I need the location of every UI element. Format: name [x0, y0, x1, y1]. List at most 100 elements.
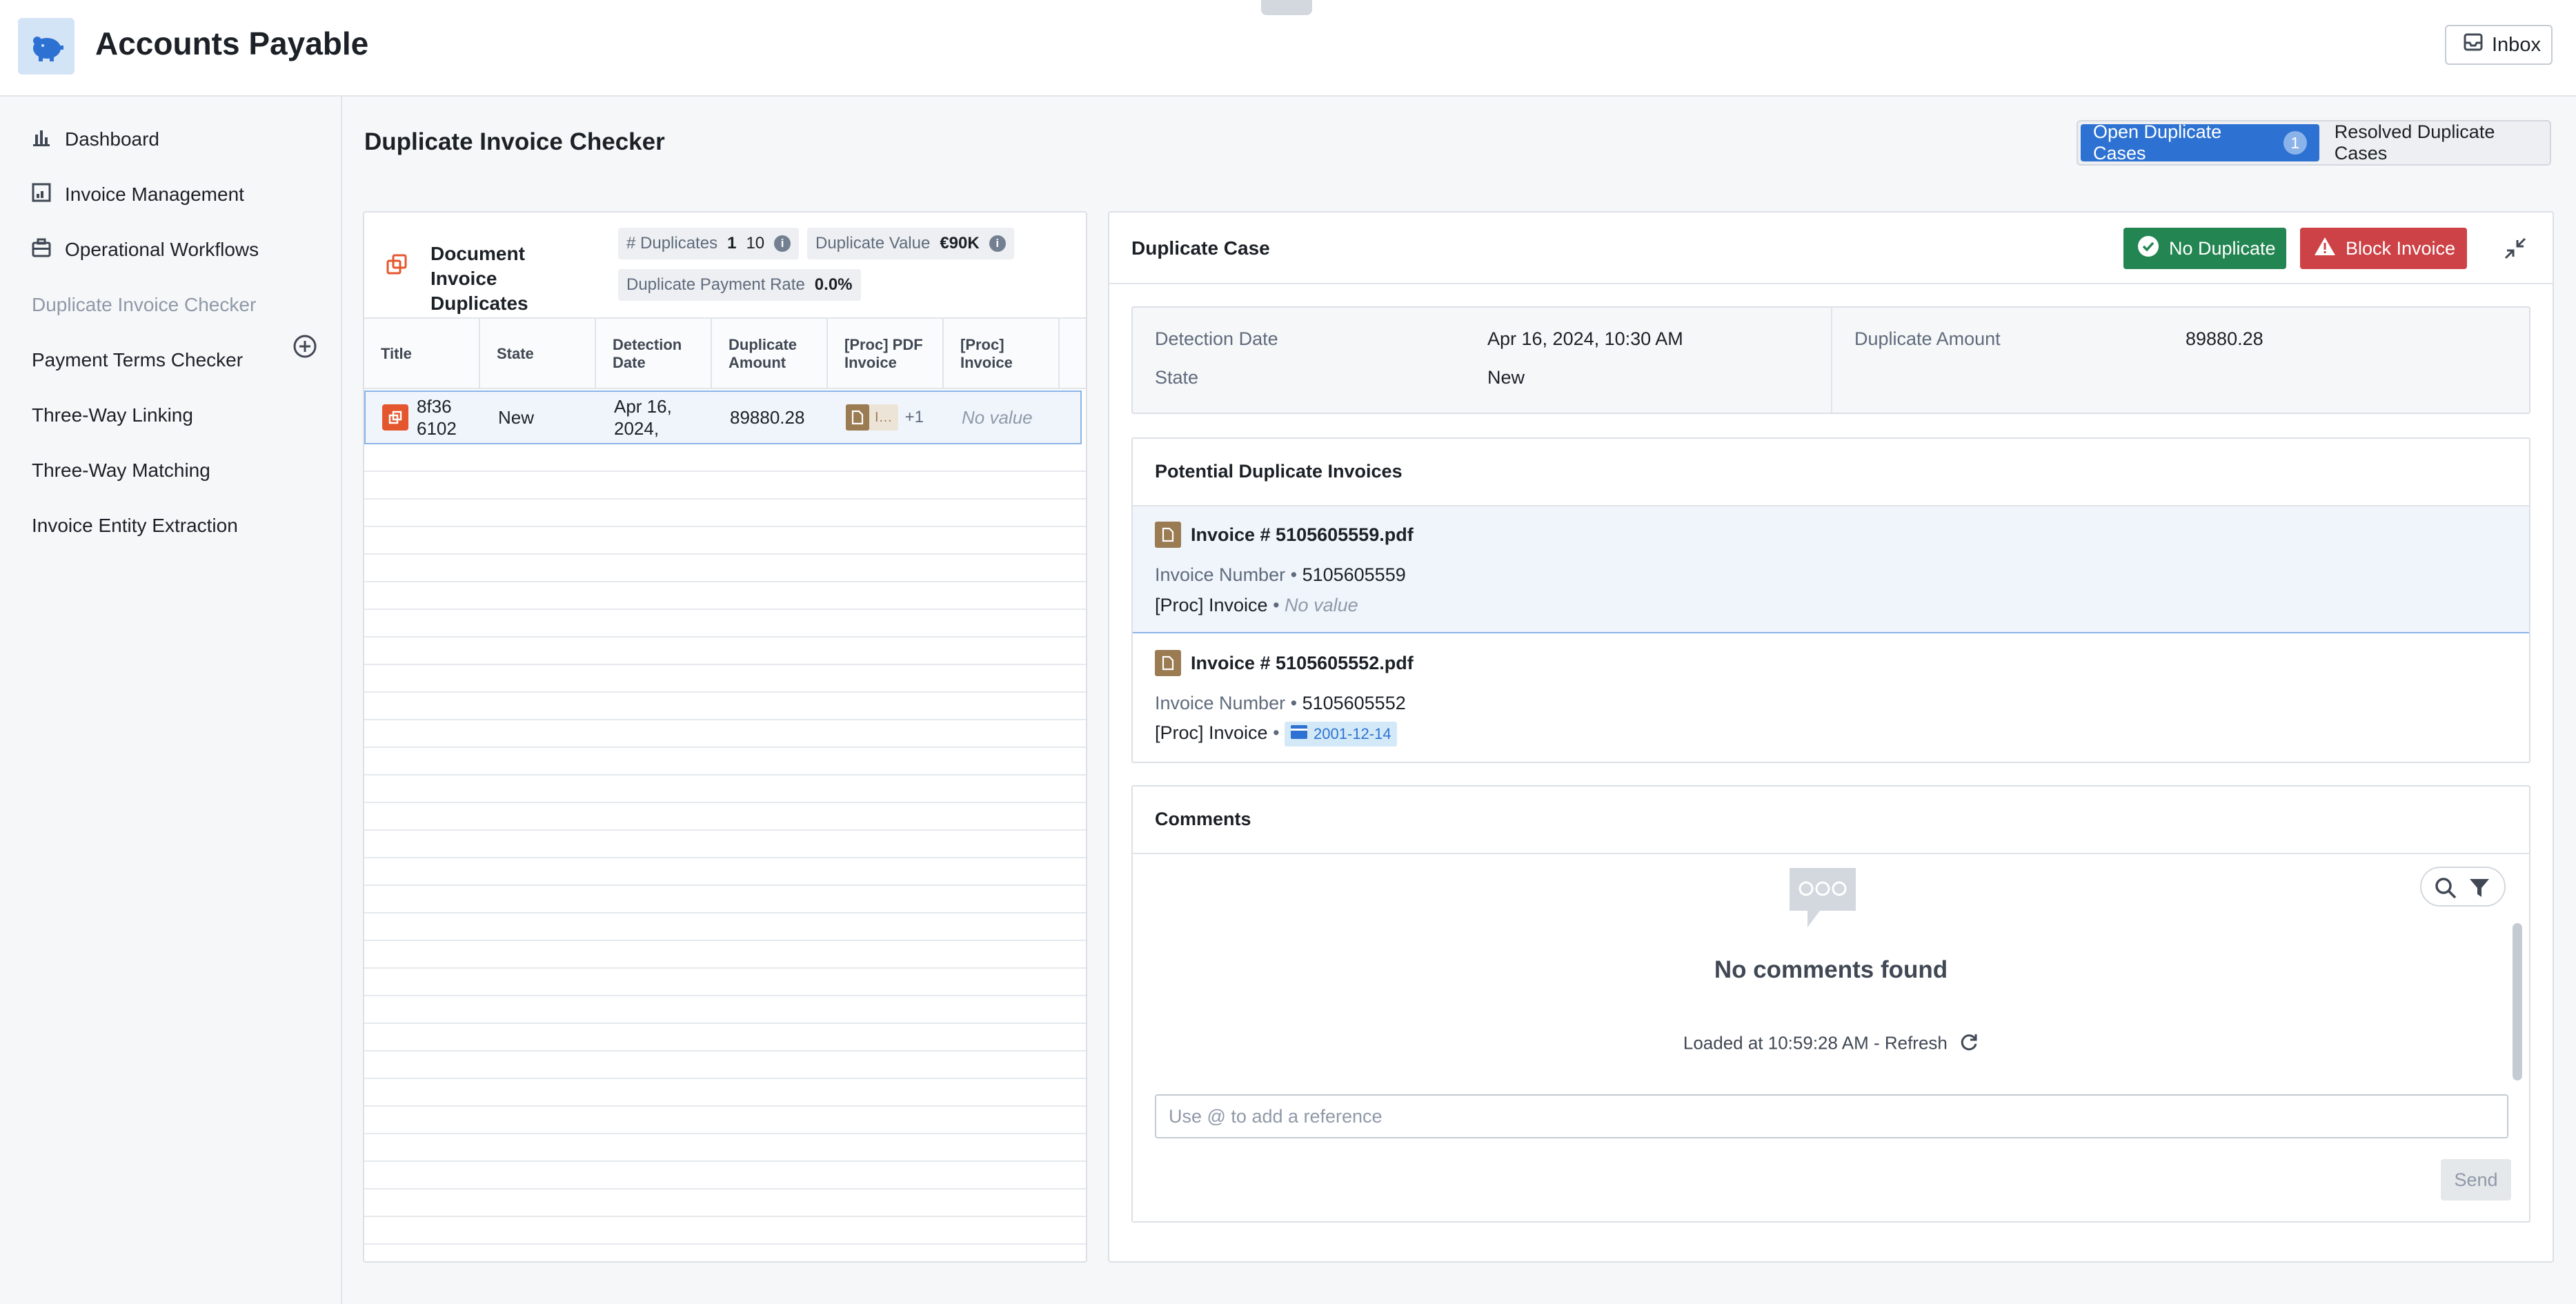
cell-amount: 89880.28 [730, 407, 805, 428]
duplicate-value-stat: Duplicate Value €90K i [807, 228, 1014, 259]
sidebar-item-label: Dashboard [65, 128, 159, 150]
sidebar-item-invoice-entity-extraction[interactable]: Invoice Entity Extraction [32, 505, 238, 546]
duplicate-amount-label: Duplicate Amount [1854, 328, 2001, 349]
tab-label: Open Duplicate Cases [2093, 121, 2222, 164]
field-label: [Proc] Invoice [1155, 595, 1268, 615]
invoice-link-chip[interactable]: 2001-12-14 [1285, 722, 1397, 747]
sidebar-item-label: Invoice Management [65, 184, 244, 205]
case-details-card: Detection Date Apr 16, 2024, 10:30 AM St… [1131, 306, 2530, 414]
field-label: [Proc] Invoice [1155, 722, 1268, 744]
card-title: Potential Duplicate Invoices [1155, 461, 1403, 482]
sidebar-item-payment-terms-checker[interactable]: Payment Terms Checker [32, 339, 243, 381]
sidebar-item-three-way-matching[interactable]: Three-Way Matching [32, 450, 210, 491]
field-value: 5105605552 [1302, 693, 1406, 713]
inbox-button[interactable]: Inbox [2445, 25, 2553, 65]
block-invoice-button[interactable]: Block Invoice [2300, 228, 2467, 269]
piggy-bank-icon [18, 18, 75, 75]
column-header-detection-date[interactable]: Detection Date [596, 319, 712, 389]
duplicates-panel: Document Invoice Duplicates # Duplicates… [363, 211, 1087, 1263]
duplicate-icon [382, 404, 408, 431]
chip-label: 2001-12-14 [1314, 725, 1391, 742]
pdf-chip[interactable]: I… [846, 404, 898, 431]
cell-state: New [498, 407, 535, 428]
sidebar-item-label: Three-Way Matching [32, 460, 210, 481]
detection-date-value: Apr 16, 2024, 10:30 AM [1487, 328, 1683, 349]
sidebar: Dashboard Invoice Management Operational… [0, 97, 342, 1304]
duplicates-count-stat: # Duplicates 1 10 i [618, 228, 800, 259]
info-icon[interactable]: i [774, 235, 791, 252]
app-title: Accounts Payable [95, 26, 369, 61]
potential-invoice-item[interactable]: Invoice # 5105605559.pdf Invoice Number … [1133, 506, 2529, 633]
cell-title: 8f36 6102 [366, 392, 482, 443]
proc-invoice-line: [Proc] Invoice • No value [1155, 595, 1358, 615]
app-root: Accounts Payable Inbox Dashboard Invoice… [0, 0, 2576, 1304]
table-row[interactable]: 8f36 6102 New Apr 16, 2024, 89880.28 I… … [364, 391, 1082, 444]
potential-duplicates-card: Potential Duplicate Invoices Invoice # 5… [1131, 437, 2530, 763]
card-title: Comments [1155, 809, 1251, 829]
tab-open-duplicate-cases[interactable]: Open Duplicate Cases 1 [2081, 121, 2319, 164]
refresh-icon[interactable] [1959, 1032, 1979, 1056]
no-duplicate-button[interactable]: No Duplicate [2123, 228, 2286, 269]
divider [1831, 308, 1832, 413]
column-header-pdf-invoice[interactable]: [Proc] PDF Invoice [828, 319, 944, 389]
add-workflow-icon[interactable] [293, 334, 317, 359]
table-icon [32, 183, 51, 207]
comment-input[interactable] [1155, 1094, 2508, 1138]
field-value: No value [1285, 595, 1358, 615]
state-label: State [1155, 367, 1199, 388]
pdf-chip-label: I… [875, 410, 893, 425]
stat-value: €90K [940, 234, 980, 253]
card-icon [1290, 724, 1308, 744]
potential-invoice-item[interactable]: Invoice # 5105605552.pdf Invoice Number … [1133, 633, 2529, 762]
empty-state-title: No comments found [1714, 956, 1948, 983]
column-header-state[interactable]: State [480, 319, 596, 389]
cell-detection-date: Apr 16, 2024, [597, 392, 713, 443]
document-icon [1155, 522, 1181, 548]
detection-date-label: Detection Date [1155, 328, 1278, 349]
invoice-file-name[interactable]: Invoice # 5105605559.pdf [1191, 524, 1414, 546]
document-icon [1155, 650, 1181, 676]
sidebar-item-label: Three-Way Linking [32, 404, 193, 426]
check-circle-icon [2137, 235, 2159, 262]
stat-label: Duplicate Payment Rate [626, 275, 805, 294]
scrollbar[interactable] [2513, 923, 2522, 1080]
inbox-icon [2463, 32, 2484, 58]
filter-icon[interactable] [2468, 878, 2490, 902]
warning-icon [2314, 236, 2336, 261]
field-label: Invoice Number [1155, 564, 1286, 585]
stat-label: Duplicate Value [815, 234, 931, 253]
tab-resolved-duplicate-cases[interactable]: Resolved Duplicate Cases [2319, 121, 2547, 164]
state-value: New [1487, 367, 1525, 388]
duplicate-icon [385, 253, 410, 281]
stat-value: 10 [746, 234, 765, 253]
sidebar-item-duplicate-invoice-checker[interactable]: Duplicate Invoice Checker [32, 284, 256, 326]
comment-tools [2420, 867, 2506, 907]
cell-proc-invoice: No value [962, 407, 1033, 428]
duplicate-payment-rate-stat: Duplicate Payment Rate 0.0% [618, 269, 861, 301]
stat-label: # Duplicates [626, 234, 718, 253]
info-icon[interactable]: i [989, 235, 1006, 252]
invoice-file-name[interactable]: Invoice # 5105605552.pdf [1191, 653, 1414, 674]
more-count[interactable]: +1 [905, 406, 924, 428]
cell-pdf-invoice[interactable]: I… +1 [829, 392, 945, 443]
sidebar-item-operational-workflows[interactable]: Operational Workflows [32, 229, 259, 270]
send-button[interactable]: Send [2441, 1159, 2511, 1201]
sidebar-item-label: Operational Workflows [65, 239, 259, 260]
briefcase-icon [32, 238, 51, 262]
drag-handle[interactable] [1261, 0, 1312, 15]
search-icon[interactable] [2434, 876, 2457, 903]
minimize-icon[interactable] [2500, 233, 2530, 264]
sidebar-item-dashboard[interactable]: Dashboard [32, 119, 159, 160]
invoice-number-line: Invoice Number • 5105605552 [1155, 693, 1406, 713]
sidebar-item-three-way-linking[interactable]: Three-Way Linking [32, 395, 193, 436]
invoice-number-line: Invoice Number • 5105605559 [1155, 564, 1406, 585]
proc-invoice-line: [Proc] Invoice • 2001-12-14 [1155, 722, 1397, 747]
column-header-proc-invoice[interactable]: [Proc] Invoice [944, 319, 1060, 389]
empty-table-rows [364, 444, 1086, 1261]
button-label: No Duplicate [2169, 237, 2276, 259]
sidebar-item-label: Invoice Entity Extraction [32, 515, 238, 536]
column-header-duplicate-amount[interactable]: Duplicate Amount [712, 319, 828, 389]
column-header-title[interactable]: Title [364, 319, 480, 389]
sidebar-item-invoice-management[interactable]: Invoice Management [32, 174, 244, 215]
field-label: Invoice Number [1155, 693, 1286, 713]
